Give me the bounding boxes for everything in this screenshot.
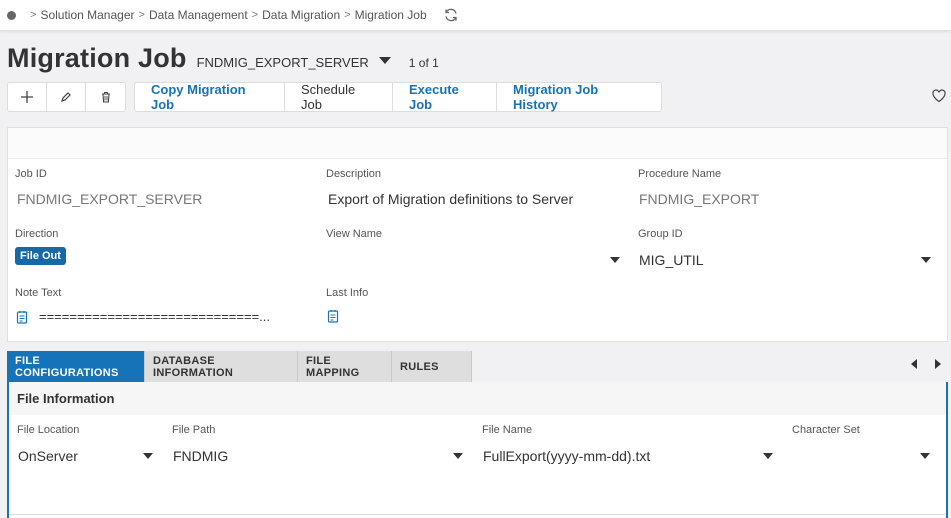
group-id-field: Group ID [638, 228, 683, 240]
scroll-left-icon[interactable] [911, 359, 917, 369]
tab-scroll-nav [911, 359, 941, 369]
direction-field: Direction File Out [15, 228, 66, 265]
copy-migration-job-button[interactable]: Copy Migration Job [135, 82, 285, 112]
panel-divider [9, 514, 946, 515]
note-text-row[interactable]: =============================... [15, 309, 270, 324]
file-name-label: File Name [482, 424, 533, 436]
card-header-strip [8, 128, 947, 159]
file-location-value: OnServer [18, 448, 78, 464]
caret-down-icon[interactable] [763, 453, 773, 459]
note-text-label: Note Text [15, 287, 62, 299]
title-row: Migration Job FNDMIG_EXPORT_SERVER 1 of … [7, 43, 439, 74]
note-text-value: =============================... [39, 309, 270, 324]
record-selector-label: FNDMIG_EXPORT_SERVER [196, 55, 369, 70]
file-path-label: File Path [172, 424, 216, 436]
tab-database-information[interactable]: DATABASE INFORMATION [145, 351, 298, 382]
top-bar: > Solution Manager > Data Management > D… [0, 0, 951, 31]
group-id-value: MIG_UTIL [639, 252, 704, 268]
breadcrumb-data-management[interactable]: Data Management [149, 8, 248, 22]
character-set-label: Character Set [792, 424, 860, 436]
description-label: Description [326, 168, 382, 180]
last-info-row[interactable] [326, 309, 368, 323]
command-toolbar: Copy Migration Job Schedule Job Execute … [134, 82, 662, 112]
tab-file-mapping[interactable]: FILE MAPPING [298, 351, 392, 382]
refresh-icon[interactable] [443, 7, 459, 23]
last-info-field: Last Info [326, 287, 368, 323]
execute-job-button[interactable]: Execute Job [393, 82, 497, 112]
tab-rules[interactable]: RULES [392, 351, 472, 382]
favorite-heart-icon[interactable] [932, 89, 946, 103]
character-set-field: Character Set [792, 424, 860, 436]
file-location-field: File Location [17, 424, 79, 436]
breadcrumb-migration-job[interactable]: Migration Job [355, 8, 427, 22]
chevron-right-icon: > [251, 9, 259, 21]
chevron-right-icon: > [138, 9, 145, 21]
description-value: Export of Migration definitions to Serve… [328, 191, 574, 207]
file-information-title: File Information [9, 382, 946, 415]
job-id-value: FNDMIG_EXPORT_SERVER [17, 191, 203, 207]
job-id-label: Job ID [15, 168, 47, 180]
breadcrumb-solution-manager[interactable]: Solution Manager [40, 8, 134, 22]
description-field: Description Export of Migration definiti… [326, 168, 573, 207]
file-name-dropdown[interactable]: FullExport(yyyy-mm-dd).txt [483, 446, 773, 466]
tab-file-configurations[interactable]: FILE CONFIGURATIONS [7, 351, 145, 382]
caret-down-icon[interactable] [921, 257, 931, 263]
file-location-label: File Location [17, 424, 80, 436]
caret-down-icon[interactable] [920, 453, 930, 459]
last-info-label: Last Info [326, 287, 369, 299]
scroll-right-icon[interactable] [935, 359, 941, 369]
procedure-name-value: FNDMIG_EXPORT [639, 191, 760, 207]
group-id-label: Group ID [638, 228, 683, 240]
add-icon [21, 91, 33, 103]
file-path-value: FNDMIG [173, 448, 229, 464]
file-name-value: FullExport(yyyy-mm-dd).txt [483, 448, 651, 464]
direction-badge: File Out [15, 247, 66, 265]
file-configurations-panel: File Information File Location OnServer … [7, 382, 948, 518]
caret-down-icon[interactable] [453, 453, 463, 459]
file-location-dropdown[interactable]: OnServer [18, 446, 153, 466]
view-name-field: View Name [326, 228, 382, 240]
procedure-name-field: Procedure Name FNDMIG_EXPORT [638, 168, 759, 207]
file-name-field: File Name [482, 424, 532, 436]
schedule-job-button[interactable]: Schedule Job [285, 82, 393, 112]
caret-down-icon[interactable] [378, 57, 391, 64]
direction-label: Direction [15, 228, 59, 240]
procedure-name-label: Procedure Name [638, 168, 722, 180]
record-toolbar [7, 82, 126, 112]
job-id-field: Job ID FNDMIG_EXPORT_SERVER [15, 168, 202, 207]
chevron-right-icon: > [344, 9, 351, 21]
file-path-field: File Path [172, 424, 215, 436]
page-title: Migration Job [7, 43, 187, 73]
home-icon[interactable] [7, 10, 16, 20]
add-button[interactable] [8, 83, 47, 111]
delete-icon [101, 91, 110, 103]
caret-down-icon[interactable] [610, 257, 620, 263]
view-name-dropdown[interactable] [328, 250, 620, 270]
character-set-dropdown[interactable] [793, 446, 930, 466]
notepad-icon[interactable] [326, 309, 340, 323]
note-text-field: Note Text =============================.… [15, 287, 270, 324]
notepad-icon[interactable] [15, 310, 29, 324]
file-path-dropdown[interactable]: FNDMIG [173, 446, 463, 466]
record-count: 1 of 1 [408, 56, 439, 70]
delete-button[interactable] [86, 83, 125, 111]
group-id-dropdown[interactable]: MIG_UTIL [639, 250, 931, 270]
header-card: Job ID FNDMIG_EXPORT_SERVER Description … [7, 127, 948, 342]
caret-down-icon[interactable] [143, 453, 153, 459]
migration-job-history-button[interactable]: Migration Job History [497, 82, 661, 112]
record-selector[interactable]: FNDMIG_EXPORT_SERVER [197, 55, 391, 70]
breadcrumb-data-migration[interactable]: Data Migration [262, 8, 340, 22]
edit-button[interactable] [47, 83, 86, 111]
view-name-label: View Name [326, 228, 383, 240]
tab-bar: FILE CONFIGURATIONS DATABASE INFORMATION… [7, 351, 948, 382]
chevron-right-icon: > [30, 9, 37, 21]
edit-icon [61, 92, 71, 102]
